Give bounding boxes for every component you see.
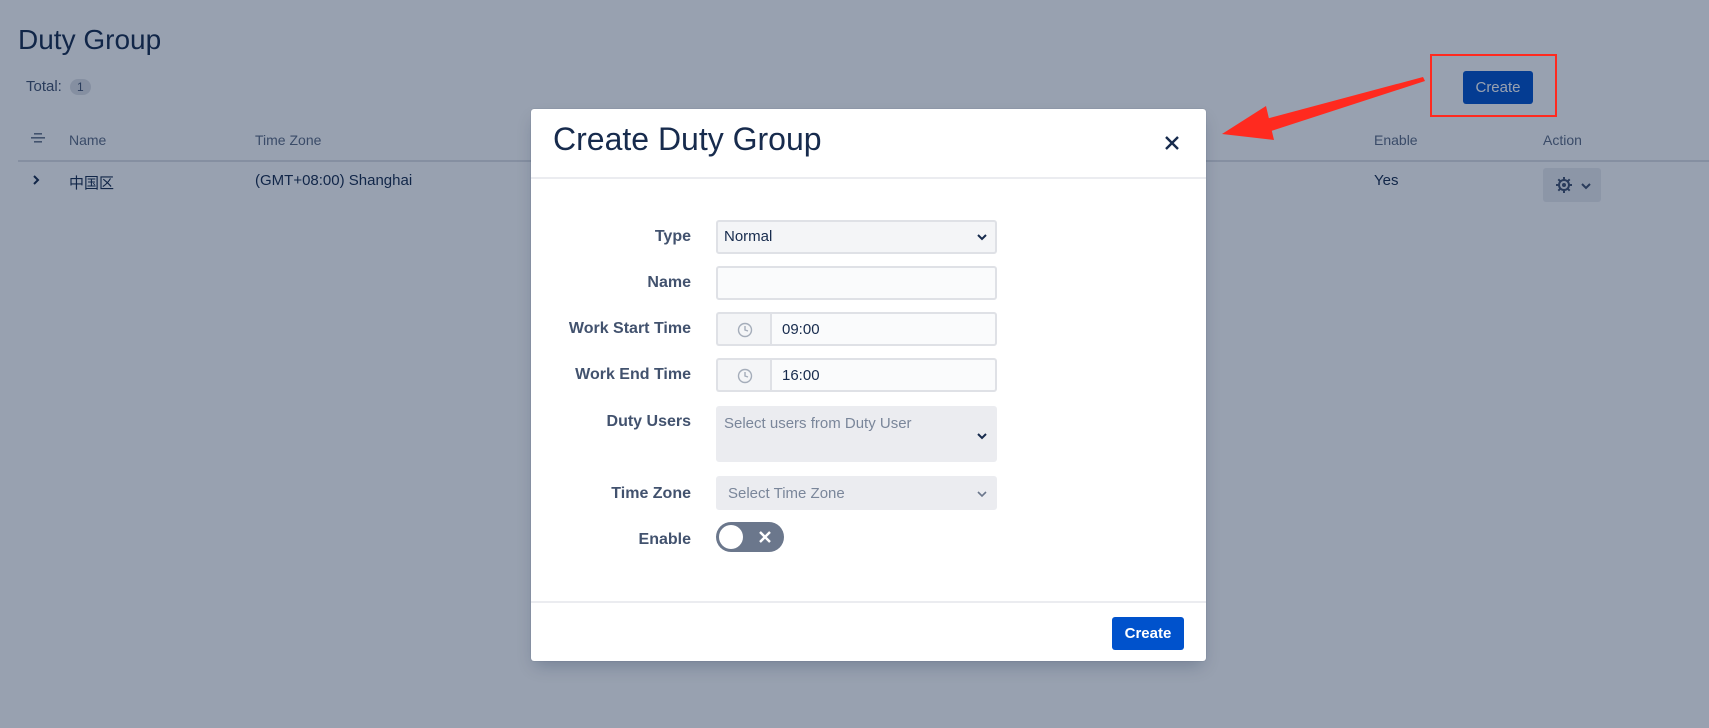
clock-icon — [737, 322, 753, 338]
duty-users-placeholder: Select users from Duty User — [724, 415, 912, 432]
time-zone-select[interactable]: Select Time Zone — [716, 476, 997, 510]
work-end-time-group — [716, 358, 997, 392]
submit-create-button[interactable]: Create — [1112, 617, 1184, 650]
type-label: Type — [654, 228, 691, 245]
toggle-knob — [719, 525, 743, 549]
annotation-arrow-icon — [1222, 77, 1425, 140]
enable-toggle[interactable] — [716, 522, 784, 552]
time-zone-placeholder: Select Time Zone — [728, 485, 845, 502]
close-icon[interactable] — [1160, 131, 1184, 155]
work-end-time-label: Work End Time — [575, 366, 691, 383]
modal-title: Create Duty Group — [553, 121, 822, 157]
modal-footer: Create — [531, 601, 1206, 663]
modal-header: Create Duty Group — [531, 109, 1206, 179]
modal-body: Type Normal Name Work Start Time Work En… — [531, 179, 1206, 599]
work-end-time-input[interactable] — [770, 358, 997, 392]
duty-users-select[interactable]: Select users from Duty User — [716, 406, 997, 462]
work-start-time-input[interactable] — [770, 312, 997, 346]
time-zone-label: Time Zone — [611, 485, 691, 502]
type-select-value: Normal — [724, 228, 773, 245]
annotation-highlight-box — [1430, 54, 1557, 117]
chevron-down-icon — [977, 433, 987, 440]
chevron-down-icon — [977, 491, 987, 498]
work-start-time-group — [716, 312, 997, 346]
work-start-time-label: Work Start Time — [568, 320, 691, 337]
type-select[interactable]: Normal — [716, 220, 997, 254]
clock-icon — [737, 368, 753, 384]
name-input[interactable] — [716, 266, 997, 300]
duty-users-label: Duty Users — [606, 413, 691, 430]
work-start-clock-icon-box — [716, 312, 770, 346]
chevron-down-icon — [977, 234, 987, 241]
close-icon — [759, 531, 771, 543]
name-label: Name — [647, 274, 691, 291]
create-duty-group-modal: Create Duty Group Type Normal Name Work … — [531, 109, 1206, 661]
work-end-clock-icon-box — [716, 358, 770, 392]
enable-label: Enable — [638, 531, 691, 548]
